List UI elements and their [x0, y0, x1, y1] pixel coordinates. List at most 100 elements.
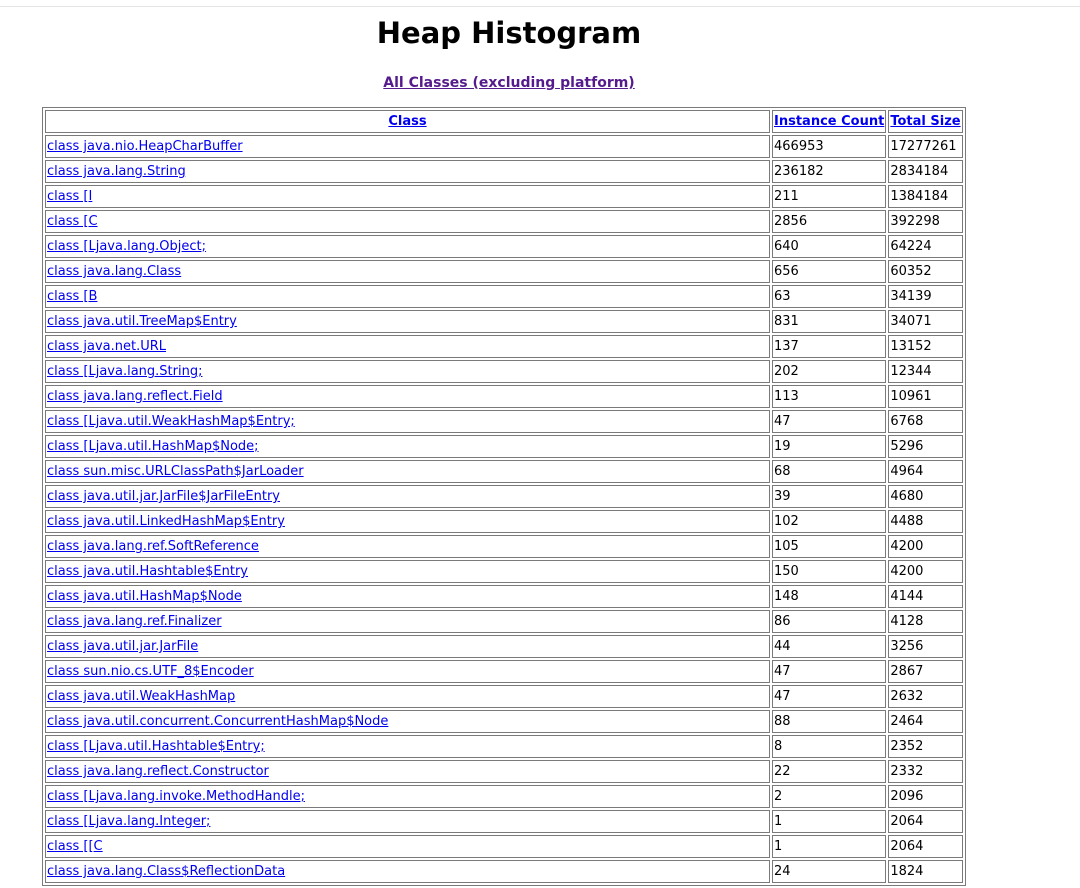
class-link[interactable]: class [Ljava.util.HashMap$Node;	[47, 439, 259, 454]
total-size-cell: 17277261	[888, 135, 963, 158]
class-link[interactable]: class [Ljava.util.Hashtable$Entry;	[47, 739, 265, 754]
class-link[interactable]: class java.lang.ref.Finalizer	[47, 614, 222, 629]
table-row: class [Ljava.lang.Integer; 1 2064	[45, 810, 963, 833]
class-cell: class java.util.concurrent.ConcurrentHas…	[45, 710, 770, 733]
instance-count-cell: 105	[772, 535, 887, 558]
class-link[interactable]: class java.lang.reflect.Field	[47, 389, 223, 404]
class-link[interactable]: class [C	[47, 214, 98, 229]
class-cell: class java.lang.reflect.Field	[45, 385, 770, 408]
total-size-cell: 13152	[888, 335, 963, 358]
instance-count-cell: 466953	[772, 135, 887, 158]
table-row: class java.net.URL 137 13152	[45, 335, 963, 358]
class-cell: class java.util.TreeMap$Entry	[45, 310, 770, 333]
instance-count-cell: 640	[772, 235, 887, 258]
table-row: class [Ljava.lang.Object; 640 64224	[45, 235, 963, 258]
table-row: class [Ljava.util.Hashtable$Entry; 8 2352	[45, 735, 963, 758]
total-size-cell: 2064	[888, 810, 963, 833]
class-link[interactable]: class java.lang.Class$ReflectionData	[47, 864, 285, 879]
class-cell: class java.util.WeakHashMap	[45, 685, 770, 708]
instance-count-cell: 47	[772, 685, 887, 708]
class-link[interactable]: class sun.misc.URLClassPath$JarLoader	[47, 464, 304, 479]
class-cell: class java.util.jar.JarFile	[45, 635, 770, 658]
class-link[interactable]: class [I	[47, 189, 92, 204]
sort-by-count-link[interactable]: Instance Count	[774, 114, 884, 129]
class-link[interactable]: class java.lang.ref.SoftReference	[47, 539, 259, 554]
instance-count-cell: 656	[772, 260, 887, 283]
instance-count-cell: 1	[772, 810, 887, 833]
class-cell: class [Ljava.lang.invoke.MethodHandle;	[45, 785, 770, 808]
table-row: class java.lang.reflect.Constructor 22 233…	[45, 760, 963, 783]
class-link[interactable]: class [Ljava.lang.Object;	[47, 239, 206, 254]
instance-count-cell: 102	[772, 510, 887, 533]
class-cell: class [Ljava.lang.Object;	[45, 235, 770, 258]
instance-count-cell: 2	[772, 785, 887, 808]
class-link[interactable]: class java.lang.String	[47, 164, 186, 179]
class-cell: class [C	[45, 210, 770, 233]
column-header-class: Class	[45, 110, 770, 133]
class-cell: class java.net.URL	[45, 335, 770, 358]
total-size-cell: 392298	[888, 210, 963, 233]
class-link[interactable]: class [Ljava.util.WeakHashMap$Entry;	[47, 414, 295, 429]
table-row: class [B 63 34139	[45, 285, 963, 308]
instance-count-cell: 44	[772, 635, 887, 658]
class-link[interactable]: class java.util.jar.JarFile$JarFileEntry	[47, 489, 280, 504]
class-link[interactable]: class [[C	[47, 839, 103, 854]
table-row: class [I 211 1384184	[45, 185, 963, 208]
table-row: class [Ljava.lang.invoke.MethodHandle; 2 2…	[45, 785, 963, 808]
top-divider	[0, 6, 1080, 7]
table-row: class [[C 1 2064	[45, 835, 963, 858]
class-cell: class java.lang.Class$ReflectionData	[45, 860, 770, 883]
instance-count-cell: 148	[772, 585, 887, 608]
class-link[interactable]: class sun.nio.cs.UTF_8$Encoder	[47, 664, 254, 679]
table-row: class java.util.LinkedHashMap$Entry 102 44…	[45, 510, 963, 533]
class-link[interactable]: class java.net.URL	[47, 339, 166, 354]
class-link[interactable]: class java.util.Hashtable$Entry	[47, 564, 248, 579]
class-link[interactable]: class java.util.LinkedHashMap$Entry	[47, 514, 285, 529]
class-link[interactable]: class java.util.TreeMap$Entry	[47, 314, 237, 329]
total-size-cell: 4128	[888, 610, 963, 633]
instance-count-cell: 47	[772, 410, 887, 433]
instance-count-cell: 236182	[772, 160, 887, 183]
total-size-cell: 2834184	[888, 160, 963, 183]
class-cell: class [Ljava.util.HashMap$Node;	[45, 435, 770, 458]
table-row: class [Ljava.lang.String; 202 12344	[45, 360, 963, 383]
class-cell: class [Ljava.util.WeakHashMap$Entry;	[45, 410, 770, 433]
class-cell: class sun.misc.URLClassPath$JarLoader	[45, 460, 770, 483]
sort-by-class-link[interactable]: Class	[388, 114, 426, 129]
class-cell: class java.nio.HeapCharBuffer	[45, 135, 770, 158]
class-link[interactable]: class java.lang.Class	[47, 264, 181, 279]
class-link[interactable]: class java.util.WeakHashMap	[47, 689, 235, 704]
total-size-cell: 2332	[888, 760, 963, 783]
class-link[interactable]: class [Ljava.lang.invoke.MethodHandle;	[47, 789, 305, 804]
instance-count-cell: 19	[772, 435, 887, 458]
total-size-cell: 34139	[888, 285, 963, 308]
total-size-cell: 4200	[888, 560, 963, 583]
class-link[interactable]: class [Ljava.lang.Integer;	[47, 814, 210, 829]
class-cell: class java.util.LinkedHashMap$Entry	[45, 510, 770, 533]
class-cell: class [Ljava.lang.Integer;	[45, 810, 770, 833]
table-row: class java.nio.HeapCharBuffer 466953 17277…	[45, 135, 963, 158]
total-size-cell: 4680	[888, 485, 963, 508]
total-size-cell: 2464	[888, 710, 963, 733]
instance-count-cell: 47	[772, 660, 887, 683]
class-cell: class java.util.HashMap$Node	[45, 585, 770, 608]
sort-by-size-link[interactable]: Total Size	[890, 114, 960, 129]
class-link[interactable]: class java.util.HashMap$Node	[47, 589, 242, 604]
total-size-cell: 4488	[888, 510, 963, 533]
class-link[interactable]: class java.util.jar.JarFile	[47, 639, 198, 654]
instance-count-cell: 137	[772, 335, 887, 358]
table-row: class java.lang.Class 656 60352	[45, 260, 963, 283]
total-size-cell: 2064	[888, 835, 963, 858]
instance-count-cell: 211	[772, 185, 887, 208]
class-link[interactable]: class [B	[47, 289, 97, 304]
class-link[interactable]: class java.nio.HeapCharBuffer	[47, 139, 243, 154]
all-classes-link[interactable]: All Classes (excluding platform)	[383, 75, 634, 91]
class-link[interactable]: class java.lang.reflect.Constructor	[47, 764, 269, 779]
class-cell: class [Ljava.lang.String;	[45, 360, 770, 383]
class-cell: class [Ljava.util.Hashtable$Entry;	[45, 735, 770, 758]
instance-count-cell: 39	[772, 485, 887, 508]
total-size-cell: 6768	[888, 410, 963, 433]
total-size-cell: 2096	[888, 785, 963, 808]
class-link[interactable]: class java.util.concurrent.ConcurrentHas…	[47, 714, 388, 729]
class-link[interactable]: class [Ljava.lang.String;	[47, 364, 202, 379]
